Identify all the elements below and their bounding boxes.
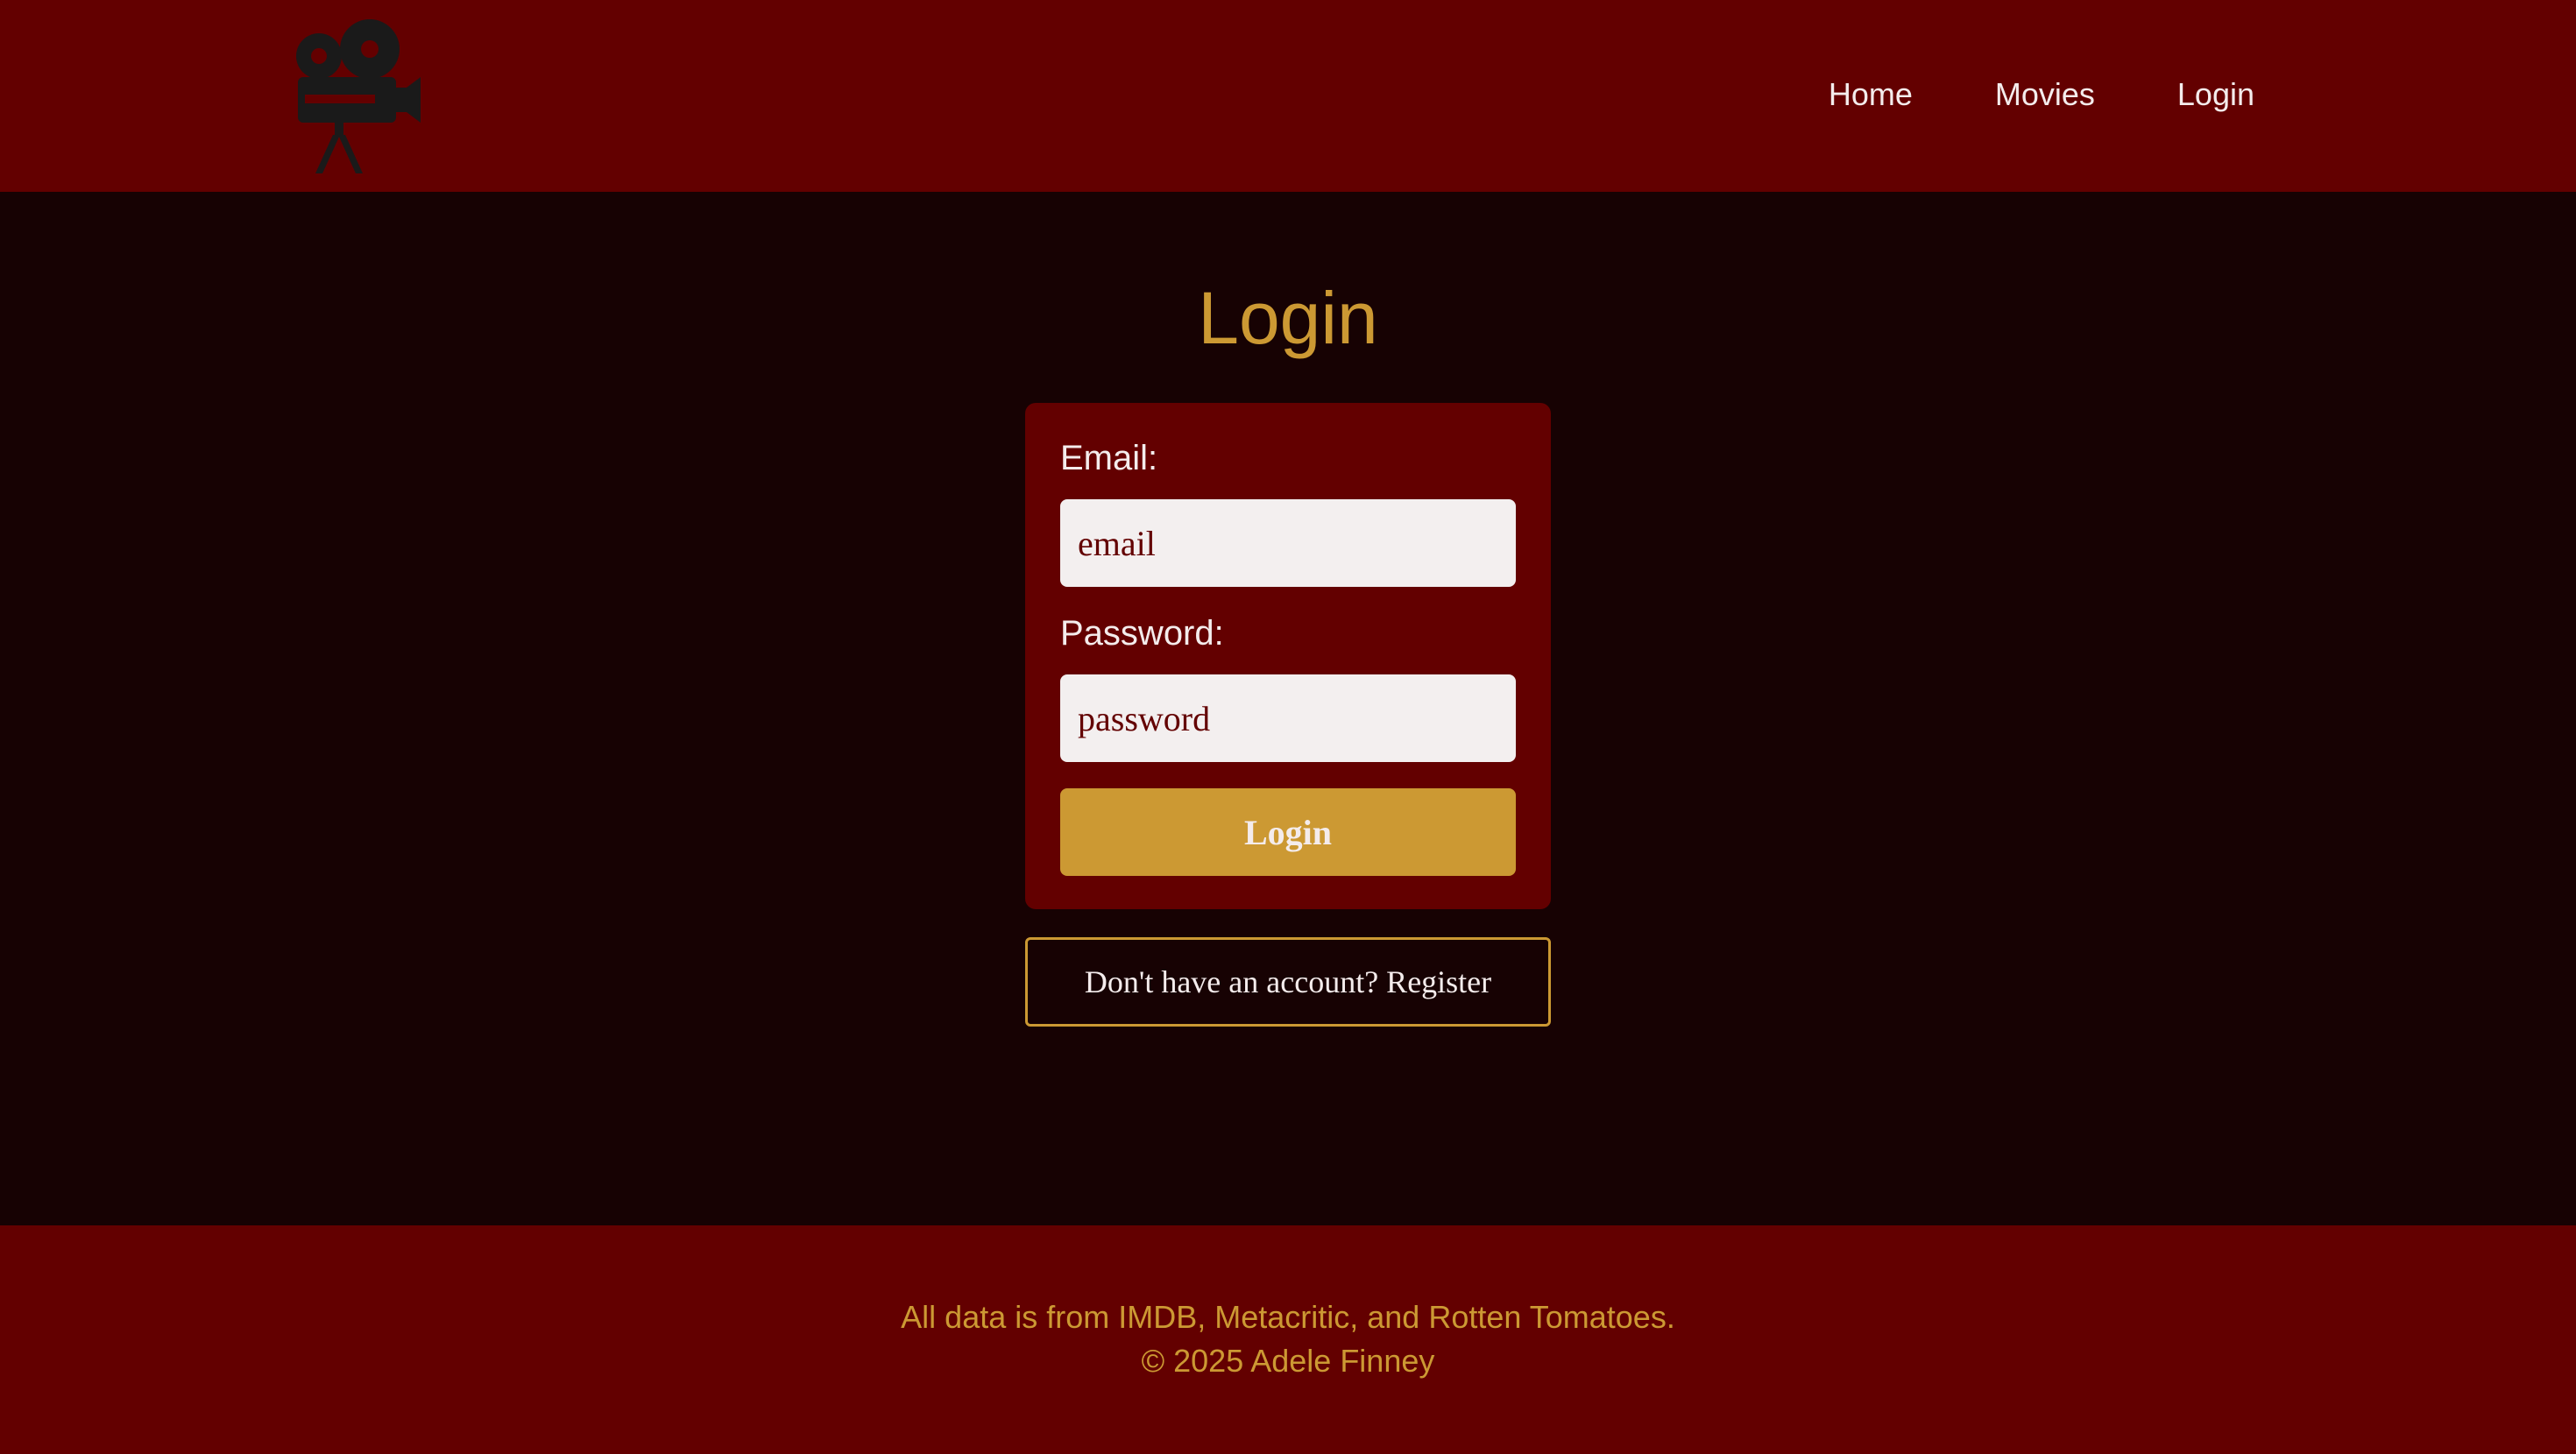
footer-copyright: © 2025 Adele Finney	[1141, 1343, 1435, 1379]
site-footer: All data is from IMDB, Metacritic, and R…	[0, 1225, 2576, 1454]
login-form: Email: Password: Login	[1025, 403, 1551, 909]
main-nav: Home Movies Login	[1746, 70, 2254, 119]
email-field[interactable]	[1060, 499, 1516, 587]
login-button[interactable]: Login	[1060, 788, 1516, 876]
register-button[interactable]: Don't have an account? Register	[1025, 937, 1551, 1027]
nav-login-link[interactable]: Login	[2177, 70, 2254, 119]
site-header: Home Movies Login	[0, 0, 2576, 192]
nav-movies-link[interactable]: Movies	[1995, 70, 2095, 119]
nav-home-link[interactable]: Home	[1829, 70, 1913, 119]
footer-data-source: All data is from IMDB, Metacritic, and R…	[901, 1299, 1675, 1335]
password-label: Password:	[1060, 614, 1224, 653]
page-title: Login	[1198, 277, 1378, 359]
main-content: Login Email: Password: Login Don't have …	[0, 192, 2576, 1225]
password-field[interactable]	[1060, 674, 1516, 762]
movie-camera-icon[interactable]	[289, 19, 429, 173]
email-label: Email:	[1060, 439, 1158, 477]
